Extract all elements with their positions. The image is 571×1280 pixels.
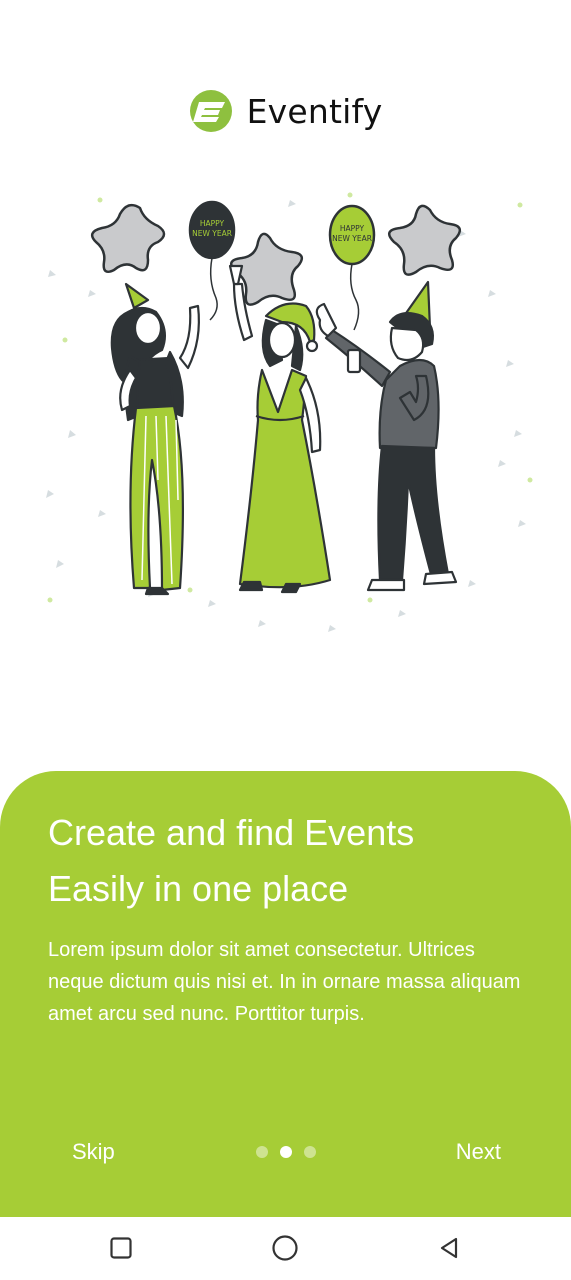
square-recent-icon [110, 1237, 132, 1259]
triangle-back-icon [440, 1237, 458, 1259]
next-button[interactable]: Next [456, 1136, 501, 1168]
onboarding-screen: Eventify HAPPY NEW YEAR HAPPY NEW YEAR C… [0, 0, 571, 1280]
app-name: Eventify [246, 91, 383, 131]
party-illustration: HAPPY NEW YEAR HAPPY NEW YEAR [46, 192, 533, 632]
home-button[interactable] [268, 1231, 302, 1265]
page-dot-1[interactable] [256, 1146, 268, 1158]
recent-apps-button[interactable] [104, 1231, 138, 1265]
svg-text:NEW YEAR: NEW YEAR [192, 229, 232, 238]
svg-text:NEW YEAR: NEW YEAR [332, 234, 372, 243]
svg-text:HAPPY: HAPPY [200, 219, 225, 228]
onboarding-title: Create and find Events Easily in one pla… [48, 812, 415, 909]
eventify-logo-icon [189, 90, 232, 132]
circle-home-icon [272, 1235, 298, 1261]
skip-button[interactable]: Skip [72, 1136, 115, 1168]
onboarding-description: Lorem ipsum dolor sit amet consectetur. … [48, 939, 521, 1025]
back-button[interactable] [432, 1231, 466, 1265]
app-logo: Eventify [0, 86, 571, 136]
page-dot-2-active[interactable] [280, 1146, 292, 1158]
page-dot-3[interactable] [304, 1146, 316, 1158]
page-indicator [256, 1146, 316, 1158]
svg-text:HAPPY: HAPPY [340, 224, 365, 233]
system-nav-bar [0, 1217, 571, 1280]
